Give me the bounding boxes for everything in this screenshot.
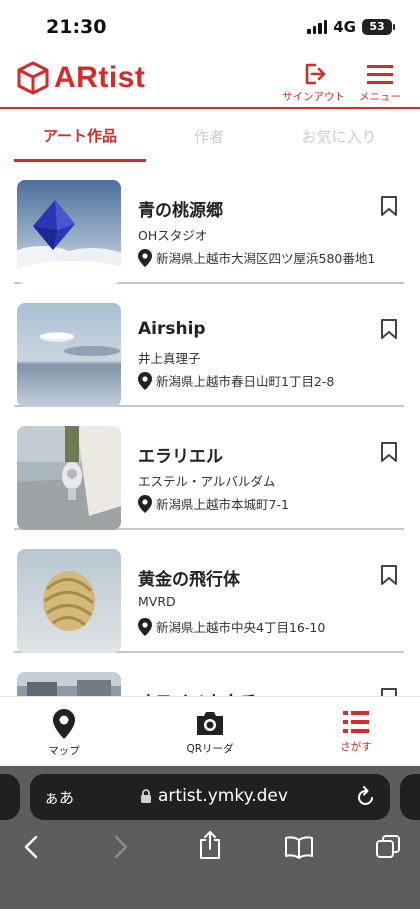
bookmarks-icon[interactable] [284,835,314,859]
address-bar[interactable]: ぁあ artist.ymky.dev [30,774,390,820]
nav-map[interactable]: マップ [19,709,109,758]
bookmark-icon[interactable] [380,318,398,340]
map-pin-icon [53,709,75,739]
location-pin-icon [138,248,152,267]
artwork-thumbnail [17,180,121,284]
artwork-thumbnail [17,303,121,407]
menu-button[interactable]: メニュー [359,62,401,104]
artwork-address: 新潟県上越市中央4丁目16-10 [138,617,325,636]
browser-chrome: ぁあ artist.ymky.dev [0,766,420,909]
bookmark-icon[interactable] [380,687,398,696]
signout-icon [305,63,325,85]
signout-label: サインアウト [282,91,345,103]
list-icon [343,711,369,733]
previous-tab-pill[interactable] [0,774,20,820]
url-display[interactable]: artist.ymky.dev [140,786,288,806]
tab-favorites[interactable]: お気に入り [272,111,406,161]
share-icon[interactable] [198,830,222,860]
nav-map-label: マップ [48,745,80,757]
artwork-thumbnail [17,672,121,696]
browser-toolbar [0,831,420,874]
app-logo[interactable]: ARtist [16,60,145,96]
lock-icon [141,789,151,803]
artwork-thumbnail [17,549,121,653]
menu-label: メニュー [359,91,401,103]
hamburger-icon [367,65,393,84]
artwork-artist: MVRD [138,594,176,609]
artwork-thumbnail [17,426,121,530]
bookmark-icon[interactable] [380,195,398,217]
address-text: 新潟県上越市春日山町1丁目2-8 [156,374,335,389]
next-tab-pill[interactable] [400,774,420,820]
signal-icon [307,20,328,34]
list-item[interactable]: エラリエル エステル・アルバルダム 新潟県上越市本城町7-1 [14,409,404,530]
artwork-title: オモイノカタチ [138,688,257,696]
artwork-title: Airship [138,319,206,339]
nav-qr-reader[interactable]: QRリーダ [165,709,255,756]
artwork-artist: 井上真理子 [138,351,201,366]
location-pin-icon [138,494,152,513]
location-pin-icon [138,617,152,636]
nav-qr-label: QRリーダ [186,743,234,755]
artwork-list: 青の桃源郷 OHスタジオ 新潟県上越市大潟区四ツ屋浜580番地1 Airship… [0,163,420,696]
nav-search-label: さがす [340,741,372,753]
bookmark-icon[interactable] [380,564,398,586]
tabs-icon[interactable] [375,834,401,860]
list-item[interactable]: 青の桃源郷 OHスタジオ 新潟県上越市大潟区四ツ屋浜580番地1 [14,163,404,284]
forward-arrow-icon[interactable] [112,834,130,860]
artwork-artist: OHスタジオ [138,228,208,243]
list-item[interactable]: 黄金の飛行体 MVRD 新潟県上越市中央4丁目16-10 [14,532,404,653]
artwork-address: 新潟県上越市本城町7-1 [138,494,289,513]
artwork-address: 新潟県上越市春日山町1丁目2-8 [138,371,334,390]
signout-button[interactable]: サインアウト [282,62,345,104]
reader-settings-button[interactable]: ぁあ [44,787,74,808]
url-text: artist.ymky.dev [158,786,288,806]
status-bar: 21:30 4G 53 [0,0,420,52]
location-pin-icon [138,371,152,390]
battery-icon: 53 [362,19,395,35]
address-text: 新潟県上越市中央4丁目16-10 [156,620,326,635]
artwork-address: 新潟県上越市大潟区四ツ屋浜580番地1 [138,248,375,267]
back-arrow-icon[interactable] [22,834,40,860]
ar-cube-icon [17,61,49,95]
address-text: 新潟県上越市本城町7-1 [156,497,289,512]
artwork-title: 青の桃源郷 [138,201,223,221]
artwork-artist: エステル・アルバルダム [138,474,276,489]
logo-text: ARtist [54,61,146,94]
list-item[interactable]: Airship 井上真理子 新潟県上越市春日山町1丁目2-8 [14,286,404,407]
list-item[interactable]: オモイノカタチ [14,655,404,696]
bookmark-icon[interactable] [380,441,398,463]
status-time: 21:30 [46,16,107,38]
artwork-title: エラリエル [138,447,223,467]
tab-artworks[interactable]: アート作品 [14,111,146,162]
camera-icon [197,712,223,735]
bottom-navigation: マップ QRリーダ さがす [0,696,420,766]
app-header: ARtist サインアウト メニュー [0,52,420,109]
status-indicators: 4G 53 [307,18,395,36]
reload-icon[interactable] [356,786,376,808]
tab-bar: アート作品 作者 お気に入り [0,111,420,163]
network-type: 4G [333,18,356,36]
artwork-title: 黄金の飛行体 [138,570,240,590]
tab-artists[interactable]: 作者 [146,111,272,161]
address-text: 新潟県上越市大潟区四ツ屋浜580番地1 [156,251,376,266]
nav-search[interactable]: さがす [311,709,401,754]
